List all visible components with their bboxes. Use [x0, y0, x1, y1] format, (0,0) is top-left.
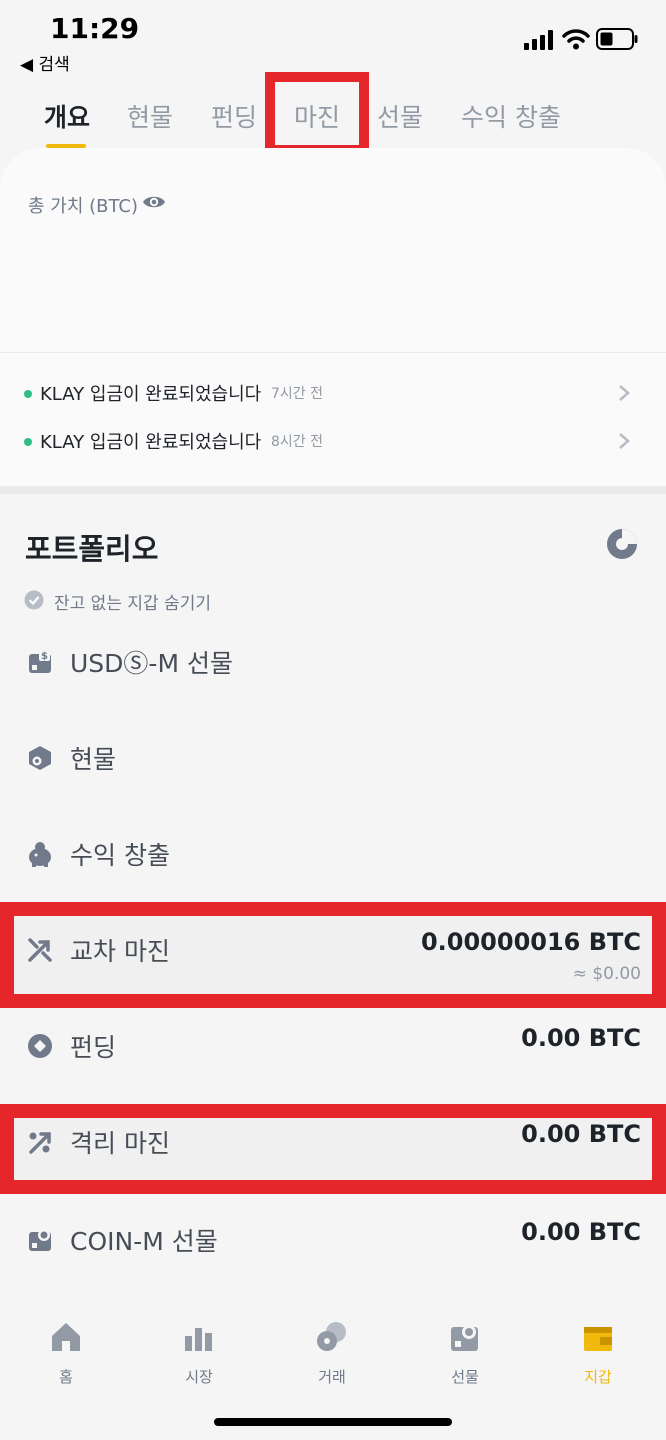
- total-value-label: 총 가치 (BTC): [28, 196, 139, 217]
- notice-time: 7시간 전: [271, 386, 323, 402]
- funding-icon: [28, 1034, 52, 1058]
- wifi-icon: [562, 29, 590, 50]
- notice-message: KLAY 입금이 완료되었습니다: [40, 384, 262, 405]
- spot-icon: [29, 746, 51, 770]
- tab-spot[interactable]: 현물: [127, 98, 173, 134]
- wallet-row-coin-futures[interactable]: COIN-M 선물 0.00 BTC: [0, 1206, 666, 1276]
- wallet-row-spot[interactable]: 현물: [0, 724, 666, 794]
- tab-overview[interactable]: 개요: [44, 98, 90, 134]
- wallet-row-funding[interactable]: 펀딩 0.00 BTC: [0, 1012, 666, 1082]
- battery-icon: [596, 28, 638, 50]
- home-indicator[interactable]: [214, 1418, 452, 1426]
- markets-icon: [185, 1328, 212, 1351]
- status-bar: 11:29 ◀ 검색: [0, 0, 666, 80]
- hide-zero-balance-label: 잔고 없는 지갑 숨기기: [54, 594, 211, 614]
- notice-time: 8시간 전: [271, 434, 323, 450]
- wallet-row-earn[interactable]: 수익 창출: [0, 820, 666, 890]
- nav-label: 시장: [185, 1368, 213, 1386]
- status-dot-icon: [24, 438, 32, 446]
- futures-icon: [451, 1325, 478, 1351]
- wallet-balance: 0.00 BTC: [521, 1024, 641, 1052]
- portfolio-title: 포트폴리오: [25, 532, 159, 566]
- tab-futures[interactable]: 선물: [377, 98, 423, 134]
- chevron-right-icon: [619, 385, 630, 401]
- nav-label: 선물: [451, 1368, 479, 1386]
- margin-tab-highlight: [265, 72, 369, 155]
- trade-icon: [317, 1322, 346, 1351]
- status-time: 11:29: [50, 12, 140, 45]
- wallet-row-usds-futures[interactable]: $ USDⓈ-M 선물: [0, 628, 666, 698]
- notice-item[interactable]: KLAY 입금이 완료되었습니다 7시간 전: [22, 378, 642, 408]
- notice-message: KLAY 입금이 완료되었습니다: [40, 432, 262, 453]
- hide-zero-balance-toggle[interactable]: 잔고 없는 지갑 숨기기: [24, 588, 324, 614]
- cross-margin-highlight: [0, 902, 666, 1008]
- isolated-margin-highlight: [0, 1104, 666, 1194]
- eye-icon[interactable]: [142, 192, 166, 212]
- notice-item[interactable]: KLAY 입금이 완료되었습니다 8시간 전: [22, 426, 642, 456]
- coin-futures-icon: [29, 1229, 51, 1251]
- section-divider: [0, 486, 666, 494]
- status-dot-icon: [24, 390, 32, 398]
- wallet-name: 펀딩: [70, 1033, 117, 1062]
- check-circle-icon: [24, 590, 44, 610]
- nav-futures[interactable]: 선물: [425, 1320, 505, 1390]
- svg-text:$: $: [41, 651, 48, 662]
- earn-icon: [29, 842, 51, 867]
- wallet-name: 수익 창출: [70, 841, 170, 870]
- nav-label: 홈: [59, 1368, 73, 1386]
- wallet-balance: 0.00 BTC: [521, 1218, 641, 1246]
- usds-futures-icon: $: [29, 650, 51, 673]
- card-divider: [0, 352, 666, 353]
- back-to-search-link[interactable]: ◀ 검색: [20, 50, 70, 75]
- tab-funding[interactable]: 펀딩: [211, 98, 257, 134]
- wallet-name: 현물: [70, 745, 117, 774]
- wallet-name: USDⓈ-M 선물: [70, 649, 233, 678]
- wallet-name: COIN-M 선물: [70, 1227, 218, 1256]
- pie-chart-icon[interactable]: [606, 528, 638, 560]
- nav-home[interactable]: 홈: [26, 1320, 106, 1390]
- wallet-icon: [584, 1327, 612, 1351]
- home-icon: [52, 1323, 80, 1351]
- tab-earn[interactable]: 수익 창출: [461, 98, 561, 134]
- nav-label: 지갑: [584, 1368, 612, 1386]
- nav-trade[interactable]: 거래: [292, 1320, 372, 1390]
- cellular-signal-icon: [524, 30, 553, 50]
- nav-markets[interactable]: 시장: [159, 1320, 239, 1390]
- nav-label: 거래: [318, 1368, 346, 1386]
- chevron-right-icon: [619, 433, 630, 449]
- nav-wallet[interactable]: 지갑: [558, 1320, 638, 1390]
